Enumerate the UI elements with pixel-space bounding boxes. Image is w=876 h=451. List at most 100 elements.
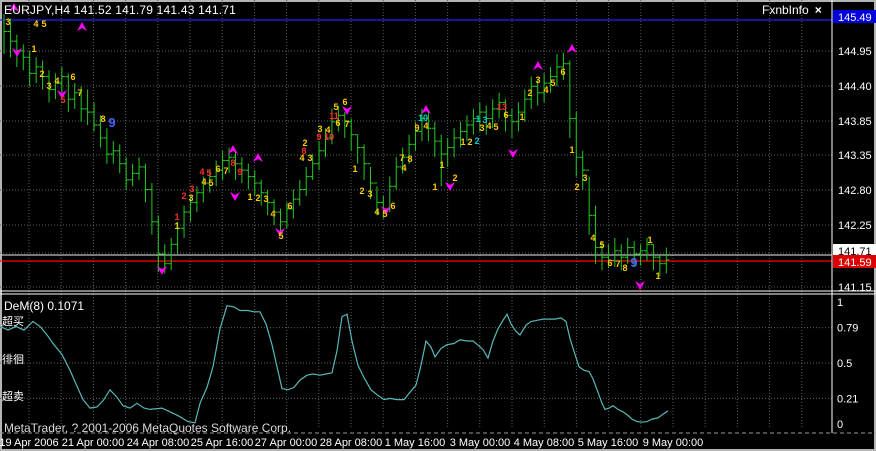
- count-label: 2: [452, 173, 457, 183]
- time-axis-label[interactable]: 9 May 00:00: [643, 437, 704, 449]
- time-axis-label[interactable]: 3 May 00:00: [450, 437, 511, 449]
- arrow-up-icon: [253, 153, 263, 162]
- price-axis-label[interactable]: 144.95: [838, 46, 872, 58]
- count-label: 10: [324, 132, 334, 142]
- count-label: 6: [335, 118, 340, 128]
- time-axis-label[interactable]: 25 Apr 16:00: [191, 437, 253, 449]
- count-label: 1: [569, 145, 574, 155]
- count-label: 9: [630, 255, 637, 270]
- count-label: 4: [199, 167, 204, 177]
- time-axis-label[interactable]: 1 May 16:00: [385, 437, 446, 449]
- close-icon[interactable]: ×: [815, 3, 822, 17]
- count-label: 3: [188, 193, 193, 203]
- count-label: 2: [467, 137, 472, 147]
- count-label: 3: [582, 173, 587, 183]
- price-axis-label[interactable]: 144.40: [838, 81, 872, 93]
- count-label: 4: [401, 163, 406, 173]
- count-label: 1: [352, 164, 357, 174]
- time-axis-label[interactable]: 21 Apr 00:00: [62, 437, 124, 449]
- dem-line: [0, 305, 669, 424]
- dem-axis-label[interactable]: 0.5: [837, 358, 852, 370]
- count-label: 5: [493, 122, 498, 132]
- dem-axis-label[interactable]: 0: [837, 419, 843, 431]
- count-label: 2: [255, 193, 260, 203]
- time-axis-label[interactable]: 27 Apr 00:00: [255, 437, 317, 449]
- count-label: 9: [316, 132, 321, 142]
- arrow-up-icon: [533, 61, 543, 70]
- count-label: 6: [390, 201, 395, 211]
- time-axis-label[interactable]: 5 May 16:00: [578, 437, 639, 449]
- indicator-header: FxnbInfo ×: [762, 3, 836, 17]
- count-label: 3: [535, 75, 540, 85]
- count-label: 6: [287, 201, 292, 211]
- chart-canvas[interactable]: 3 4 5123 45678 9112 334 54 56 7891 2 3456284 33 49 10…: [0, 0, 876, 451]
- price-axis-label[interactable]: 143.85: [838, 116, 872, 128]
- count-label: 2: [474, 136, 479, 146]
- count-label: 2: [574, 182, 579, 192]
- count-label: 6: [215, 164, 220, 174]
- count-label: 4: [543, 85, 548, 95]
- count-label: 8: [230, 158, 235, 168]
- count-label: 1: [647, 235, 652, 245]
- count-label: 4: [590, 233, 595, 243]
- count-label: 3: [46, 81, 51, 91]
- count-label: 9: [108, 115, 115, 130]
- zone-label-overbought: 超买: [2, 316, 24, 328]
- count-label: 7: [223, 166, 228, 176]
- count-label: 5: [41, 19, 46, 29]
- count-label: 1: [519, 112, 524, 122]
- price-axis-label[interactable]: 142.25: [838, 220, 872, 232]
- arrow-down-icon: [508, 149, 518, 158]
- count-label: 8: [622, 263, 627, 273]
- time-axis-label[interactable]: 28 Apr 08:00: [320, 437, 382, 449]
- count-label: 1: [655, 271, 660, 281]
- count-label: 9: [237, 167, 242, 177]
- count-label: 1: [31, 44, 36, 54]
- price-tag-label: 145.49: [838, 12, 872, 24]
- count-label: 4: [423, 121, 428, 131]
- count-label: 4: [201, 177, 206, 187]
- time-axis-label[interactable]: 4 May 08:00: [514, 437, 575, 449]
- arrow-down-icon: [342, 106, 352, 115]
- count-label: 3: [479, 123, 484, 133]
- count-label: 1: [247, 192, 252, 202]
- count-label: 3: [263, 194, 268, 204]
- count-label: 2: [39, 69, 44, 79]
- arrow-down-icon: [230, 192, 240, 201]
- price-tag-label: 141.59: [838, 257, 872, 269]
- dem-axis-label[interactable]: 1: [837, 297, 843, 309]
- arrow-up-icon: [77, 22, 87, 31]
- count-label: 8: [407, 154, 412, 164]
- zone-label-ranging: 徘徊: [2, 354, 24, 366]
- count-annotations: 3 4 5123 45678 9112 334 54 56 7891 2 3456284 33 49 10…: [5, 17, 660, 281]
- price-axis-label[interactable]: 141.15: [838, 282, 872, 294]
- time-axis-label[interactable]: 19 Apr 2006: [0, 437, 59, 449]
- count-label: 1: [174, 221, 179, 231]
- count-label: 4: [33, 19, 38, 29]
- arrow-up-icon: [567, 44, 577, 53]
- time-axis-label[interactable]: 24 Apr 08:00: [127, 437, 189, 449]
- price-axis-label[interactable]: 143.35: [838, 150, 872, 162]
- count-label: 1: [432, 182, 437, 192]
- count-label: 3: [307, 153, 312, 163]
- mt4-chart-window: 3 4 5 1 2 3 4 5 6 7 8 9 1 1 2 3 3 4 5 4 5 6 7 8 9 1 2 3 4 5 6 2 8 4 3 3 4 9 10…: [0, 0, 876, 451]
- count-label: 7: [399, 153, 404, 163]
- metatrader-watermark: MetaTrader, ? 2001-2006 MetaQuotes Softw…: [4, 421, 292, 435]
- count-label: 2: [527, 88, 532, 98]
- arrow-down-icon: [635, 281, 645, 290]
- count-label: 6: [503, 110, 508, 120]
- count-label: 4: [374, 207, 379, 217]
- count-label: 5: [550, 78, 555, 88]
- price-axis-label[interactable]: 142.80: [838, 185, 872, 197]
- chart-title: EURJPY,H4 141.52 141.79 141.43 141.71: [4, 3, 237, 17]
- count-label: 7: [77, 88, 82, 98]
- dem-axis-label[interactable]: 0.21: [837, 393, 858, 405]
- count-label: 8: [100, 114, 105, 124]
- dem-axis-label[interactable]: 0.79: [837, 323, 858, 335]
- count-label: 3: [367, 189, 372, 199]
- count-label: 6: [342, 97, 347, 107]
- dem-indicator-label: DeM(8) 0.1071: [4, 299, 85, 313]
- count-label: 1: [460, 137, 465, 147]
- signal-arrows: [9, 3, 645, 290]
- count-label: 3: [189, 184, 194, 194]
